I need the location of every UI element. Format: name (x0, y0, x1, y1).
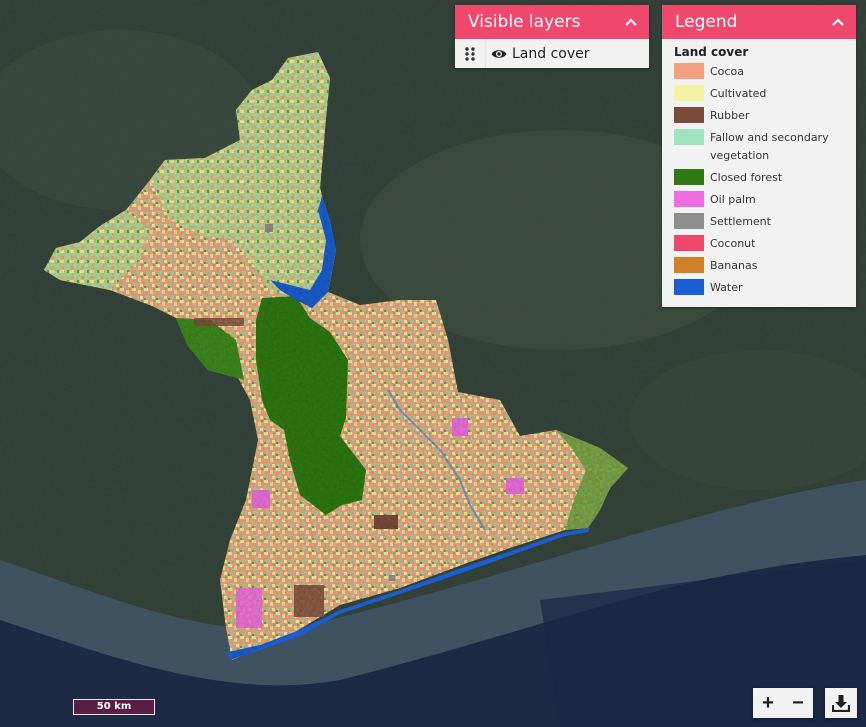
chevron-up-icon[interactable] (623, 14, 639, 30)
legend-swatch (674, 107, 704, 123)
legend-item: Water (674, 279, 844, 297)
legend-list: Cocoa Cultivated Rubber Fallow and secondar… (674, 63, 844, 297)
legend-panel: Legend Land cover Cocoa Cultivated Rubber F… (662, 5, 856, 307)
legend-item: Bananas (674, 257, 844, 275)
legend-item: Settlement (674, 213, 844, 231)
zoom-controls: + − (753, 688, 813, 718)
legend-item-label: Cocoa (710, 65, 744, 78)
download-button[interactable] (825, 688, 857, 718)
legend-swatch (674, 191, 704, 207)
layer-row-land-cover: Land cover (455, 39, 649, 68)
legend-item-label: Fallow and secondary vegetation (710, 131, 829, 162)
legend-item-label: Coconut (710, 237, 756, 250)
legend-swatch (674, 279, 704, 295)
legend-item-label: Water (710, 281, 743, 294)
legend-item: Closed forest (674, 169, 844, 187)
legend-swatch (674, 213, 704, 229)
legend-item: Rubber (674, 107, 844, 125)
legend-item-label: Bananas (710, 259, 758, 272)
legend-item-label: Cultivated (710, 87, 767, 100)
visible-layers-panel: Visible layers Land cover (455, 5, 649, 68)
legend-item: Cultivated (674, 85, 844, 103)
drag-handle-icon[interactable] (455, 39, 486, 68)
legend-swatch (674, 235, 704, 251)
download-icon (832, 695, 850, 712)
visible-layers-title: Visible layers (468, 12, 581, 32)
legend-swatch (674, 63, 704, 79)
zoom-in-button[interactable]: + (753, 688, 783, 718)
legend-swatch (674, 169, 704, 185)
eye-icon[interactable] (491, 48, 507, 60)
legend-item-label: Closed forest (710, 171, 783, 184)
legend-item-label: Rubber (710, 109, 750, 122)
legend-swatch (674, 85, 704, 101)
layer-label: Land cover (512, 45, 590, 62)
visible-layers-header[interactable]: Visible layers (455, 5, 649, 39)
legend-section-title: Land cover (674, 45, 749, 59)
legend-item: Oil palm (674, 191, 844, 209)
legend-swatch (674, 129, 704, 145)
chevron-up-icon[interactable] (830, 14, 846, 30)
legend-item-label: Oil palm (710, 193, 756, 206)
legend-title: Legend (675, 12, 738, 32)
scale-bar: 50 km (73, 699, 155, 715)
zoom-out-button[interactable]: − (783, 688, 813, 718)
legend-header[interactable]: Legend (662, 5, 856, 39)
legend-item-label: Settlement (710, 215, 771, 228)
legend-item: Coconut (674, 235, 844, 253)
legend-item: Cocoa (674, 63, 844, 81)
legend-item: Fallow and secondary vegetation (674, 129, 844, 165)
legend-swatch (674, 257, 704, 273)
